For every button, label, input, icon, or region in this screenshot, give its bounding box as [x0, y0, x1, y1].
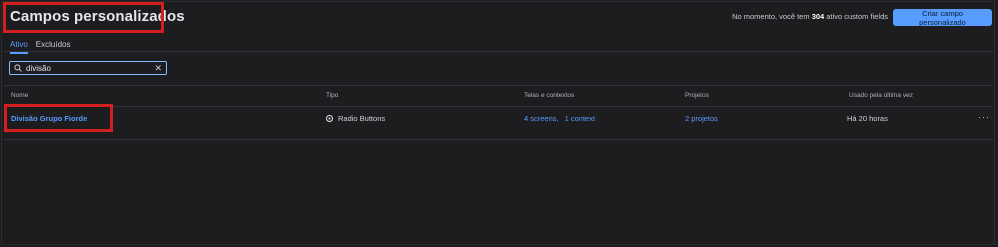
last-used: Há 20 horas: [847, 114, 888, 123]
page-frame: [1, 1, 995, 245]
search-value: divisão: [26, 63, 51, 73]
count-suffix: ativo custom fields: [826, 12, 888, 21]
column-header-type[interactable]: Tipo: [326, 92, 338, 99]
table-top-divider: [4, 85, 994, 86]
row-divider: [4, 139, 994, 140]
more-actions-icon[interactable]: ···: [978, 112, 990, 122]
screens-contexts: 4 screens, 1 context: [524, 114, 595, 123]
count-prefix: No momento, você tem: [732, 12, 810, 21]
radio-button-icon: [326, 115, 333, 122]
name-highlight-box: [4, 104, 113, 132]
search-icon: [14, 64, 22, 72]
column-header-name[interactable]: Nome: [11, 92, 28, 99]
screens-link[interactable]: 4 screens,: [524, 114, 559, 123]
field-type-label: Radio Buttons: [338, 114, 386, 123]
create-custom-field-button[interactable]: Criar campo personalizado: [893, 9, 992, 27]
count-value: 304: [811, 12, 825, 21]
column-header-projects[interactable]: Projetos: [685, 92, 709, 99]
field-type: Radio Buttons: [326, 114, 385, 123]
column-header-screens-contexts[interactable]: Telas e contextos: [524, 92, 574, 99]
tab-divider: [4, 51, 994, 52]
column-header-last-used[interactable]: Usado pela última vez: [849, 92, 913, 99]
contexts-link[interactable]: 1 context: [565, 114, 595, 123]
projects-link[interactable]: 2 projetos: [685, 114, 718, 123]
header-divider: [4, 106, 994, 107]
search-input[interactable]: divisão ✕: [9, 61, 167, 75]
custom-fields-count: No momento, você tem 304 ativo custom fi…: [732, 12, 888, 21]
title-highlight-box: [3, 2, 164, 33]
clear-search-icon[interactable]: ✕: [154, 63, 162, 73]
